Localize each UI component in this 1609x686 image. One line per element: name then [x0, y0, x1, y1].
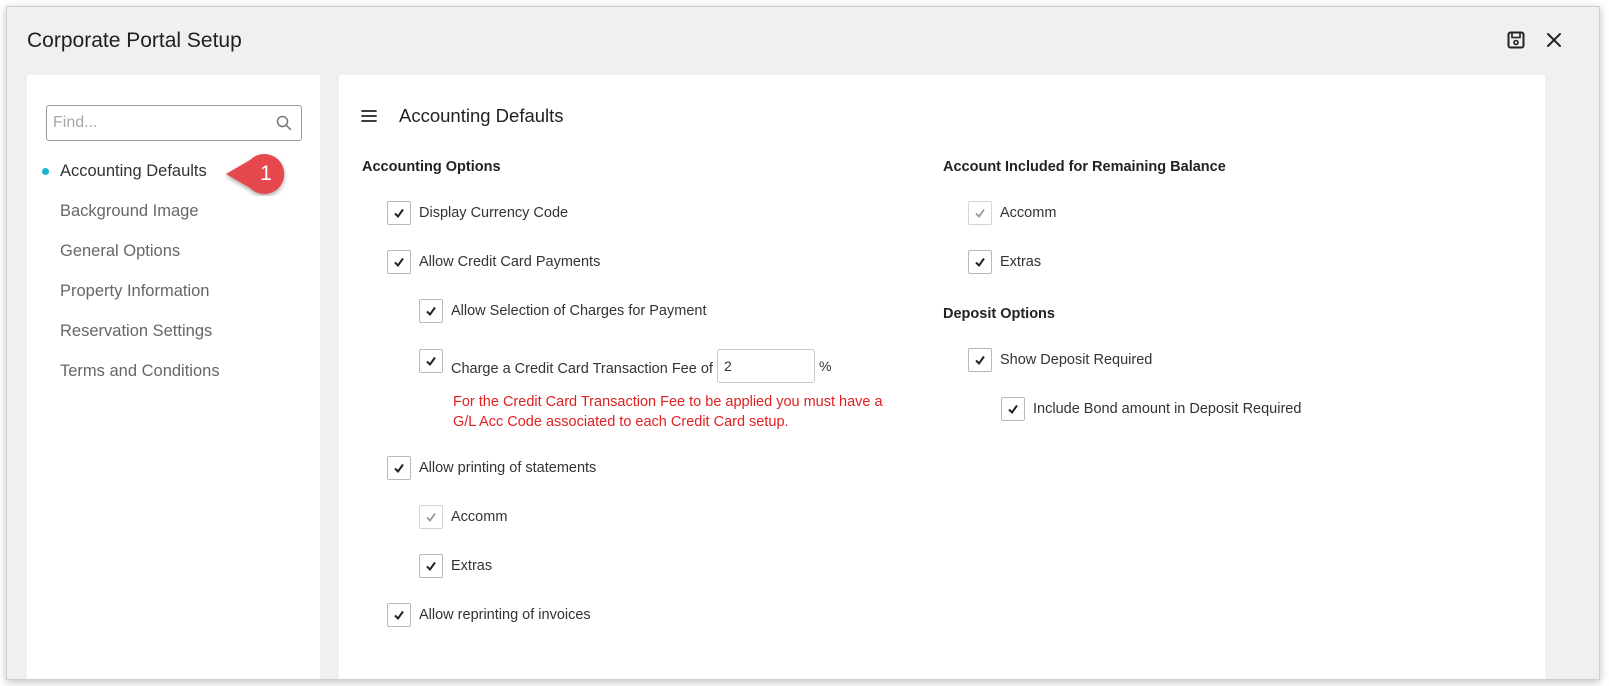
- page-title: Accounting Defaults: [399, 105, 564, 126]
- label-allow-credit-card-payments: Allow Credit Card Payments: [419, 254, 601, 270]
- check-icon: [426, 512, 436, 522]
- option-display-currency-code: Display Currency Code: [387, 201, 568, 225]
- checkbox-allow-reprinting-invoices[interactable]: [387, 603, 411, 627]
- save-icon[interactable]: [1505, 29, 1527, 51]
- fee-unit: %: [818, 358, 832, 374]
- checkbox-allow-printing-statements[interactable]: [387, 456, 411, 480]
- checkbox-balance-extras[interactable]: [968, 250, 992, 274]
- check-icon: [1008, 404, 1018, 415]
- label-balance-accomm: Accomm: [1000, 205, 1057, 221]
- content-header: Accounting Defaults: [361, 105, 564, 127]
- section-title-deposit-options: Deposit Options: [943, 306, 1055, 322]
- hamburger-icon[interactable]: [361, 109, 377, 123]
- label-charge-fee: Charge a Credit Card Transaction Fee of: [451, 361, 713, 377]
- check-icon: [394, 463, 404, 474]
- option-allow-printing-statements: Allow printing of statements: [387, 456, 596, 480]
- sidebar-item-general-options[interactable]: General Options: [27, 231, 320, 271]
- label-balance-extras: Extras: [1000, 254, 1042, 270]
- option-statements-extras: Extras: [419, 554, 492, 578]
- label-show-deposit-required: Show Deposit Required: [1000, 352, 1153, 368]
- option-balance-accomm: Accomm: [968, 201, 1056, 225]
- sidebar-item-label: Terms and Conditions: [60, 362, 220, 380]
- option-balance-extras: Extras: [968, 250, 1041, 274]
- check-icon: [426, 306, 436, 317]
- label-statements-accomm: Accomm: [451, 509, 508, 525]
- section-title-remaining-balance: Account Included for Remaining Balance: [943, 159, 1226, 175]
- sidebar-item-property-information[interactable]: Property Information: [27, 271, 320, 311]
- checkbox-show-deposit-required[interactable]: [968, 348, 992, 372]
- fee-warning-text: For the Credit Card Transaction Fee to b…: [453, 394, 883, 430]
- sidebar-item-label: Accounting Defaults: [60, 162, 207, 180]
- checkbox-charge-fee[interactable]: [419, 349, 443, 373]
- label-include-bond: Include Bond amount in Deposit Required: [1033, 401, 1302, 417]
- check-icon: [394, 208, 404, 219]
- label-display-currency-code: Display Currency Code: [419, 205, 569, 221]
- checkbox-include-bond[interactable]: [1001, 397, 1025, 421]
- title-actions: [1505, 29, 1565, 51]
- checkbox-statements-extras[interactable]: [419, 554, 443, 578]
- checkbox-statements-accomm[interactable]: [419, 505, 443, 529]
- checkbox-display-currency-code[interactable]: [387, 201, 411, 225]
- main-content: Accounting Defaults Accounting Options D…: [339, 75, 1545, 679]
- label-allow-selection-of-charges: Allow Selection of Charges for Payment: [451, 303, 707, 319]
- option-statements-accomm: Accomm: [419, 505, 507, 529]
- sidebar-item-reservation-settings[interactable]: Reservation Settings: [27, 311, 320, 351]
- option-charge-fee: Charge a Credit Card Transaction Fee of …: [419, 349, 831, 383]
- check-icon: [975, 257, 985, 268]
- sidebar-item-label: General Options: [60, 242, 181, 260]
- sidebar-item-terms-and-conditions[interactable]: Terms and Conditions: [27, 351, 320, 391]
- step-callout: 1: [224, 152, 290, 201]
- section-title-accounting-options: Accounting Options: [362, 159, 501, 175]
- window-title: Corporate Portal Setup: [27, 29, 242, 52]
- checkbox-balance-accomm[interactable]: [968, 201, 992, 225]
- option-allow-selection-of-charges: Allow Selection of Charges for Payment: [419, 299, 707, 323]
- label-statements-extras: Extras: [451, 558, 493, 574]
- search-box: [46, 105, 302, 141]
- check-icon: [975, 355, 985, 366]
- check-icon: [426, 356, 436, 367]
- label-allow-reprinting-invoices: Allow reprinting of invoices: [419, 607, 591, 623]
- close-icon[interactable]: [1543, 29, 1565, 51]
- option-show-deposit-required: Show Deposit Required: [968, 348, 1152, 372]
- fee-percent-input[interactable]: [716, 349, 815, 383]
- search-input[interactable]: [47, 106, 257, 140]
- portal-setup-window: Corporate Portal Setup Find... Accountin…: [6, 6, 1600, 680]
- title-bar: Corporate Portal Setup: [7, 7, 1599, 75]
- sidebar-item-label: Property Information: [60, 282, 210, 300]
- option-include-bond: Include Bond amount in Deposit Required: [1001, 397, 1301, 421]
- sidebar-item-label: Background Image: [60, 202, 199, 220]
- active-indicator-icon: [42, 168, 49, 175]
- check-icon: [394, 257, 404, 268]
- callout-number: 1: [260, 162, 272, 185]
- checkbox-allow-credit-card-payments[interactable]: [387, 250, 411, 274]
- option-allow-reprinting-invoices: Allow reprinting of invoices: [387, 603, 591, 627]
- check-icon: [394, 610, 404, 621]
- check-icon: [975, 208, 985, 218]
- checkbox-allow-selection-of-charges[interactable]: [419, 299, 443, 323]
- sidebar-item-label: Reservation Settings: [60, 322, 213, 340]
- check-icon: [426, 561, 436, 572]
- search-icon[interactable]: [276, 115, 292, 136]
- option-allow-credit-card-payments: Allow Credit Card Payments: [387, 250, 600, 274]
- label-allow-printing-statements: Allow printing of statements: [419, 460, 597, 476]
